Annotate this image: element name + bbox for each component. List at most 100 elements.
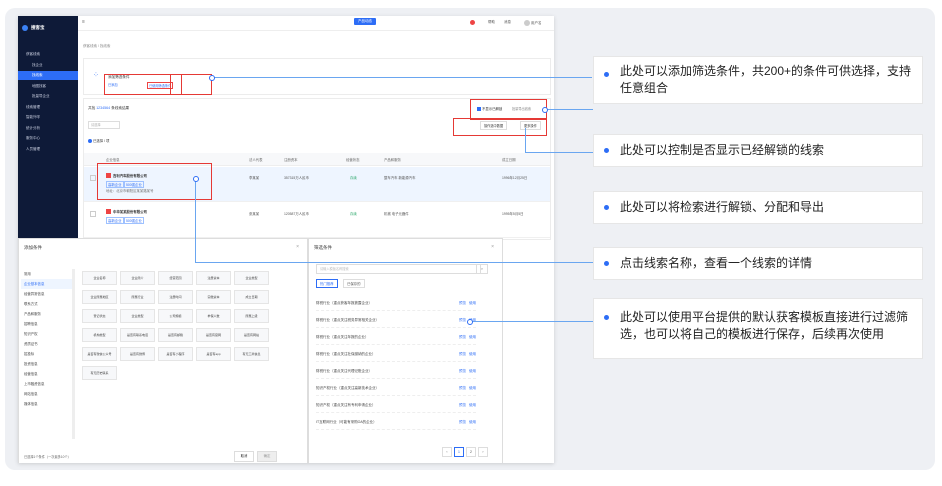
use-link[interactable]: 使用 <box>469 420 476 424</box>
condition-option[interactable]: 是否有微信公众号 <box>82 347 117 361</box>
use-link[interactable]: 使用 <box>469 352 476 356</box>
use-link[interactable]: 使用 <box>469 369 476 373</box>
condition-option[interactable]: 经营范围 <box>158 271 193 285</box>
preview-link[interactable]: 预览 <box>459 403 466 407</box>
template-item: 财税行业（重点关注社保缴纳的企业） 预览 使用 <box>316 348 476 362</box>
condition-option[interactable]: 是否有网站 <box>234 328 269 342</box>
page-button[interactable]: 1 <box>454 447 464 457</box>
prev-page-icon[interactable]: ‹ <box>442 447 452 457</box>
condition-option[interactable]: 是否有官网 <box>196 328 231 342</box>
connector <box>525 152 593 153</box>
user-menu[interactable]: 用户名 <box>524 20 541 26</box>
sidebar-item[interactable]: 找线索 <box>18 71 78 80</box>
condition-option[interactable]: 是否有微博 <box>120 347 155 361</box>
condition-option[interactable]: 实缴资本 <box>196 290 231 304</box>
condition-option[interactable]: 是否有小程序 <box>158 347 193 361</box>
category-item[interactable]: 网站信息 <box>21 389 73 399</box>
condition-option[interactable]: 成立日期 <box>234 290 269 304</box>
condition-option[interactable]: 所属行业 <box>120 290 155 304</box>
sidebar-item[interactable]: 智能外呼 <box>18 113 78 122</box>
help-link[interactable]: 帮助 <box>488 20 495 25</box>
message-link[interactable]: 消息 <box>504 20 511 25</box>
category-item[interactable]: 联系方式 <box>21 299 73 309</box>
category-item[interactable]: 常用 <box>21 269 73 279</box>
preview-link[interactable]: 预览 <box>459 335 466 339</box>
category-item[interactable]: 经营信息 <box>21 369 73 379</box>
template-name: 知识产权行业（重点关注高新技术企业） <box>316 386 379 390</box>
callout-add-filter: 此处可以添加筛选条件，共200+的条件可供选择，支持任意组合 <box>593 56 923 104</box>
use-link[interactable]: 使用 <box>469 301 476 305</box>
callout-unlock-export: 此处可以将检索进行解锁、分配和导出 <box>593 191 923 224</box>
sidebar-item[interactable]: 服务中心 <box>18 134 78 143</box>
preview-link[interactable]: 预览 <box>459 386 466 390</box>
category-item[interactable]: 知识产权 <box>21 329 73 339</box>
sidebar-item[interactable]: 人员管理 <box>18 145 78 154</box>
condition-option[interactable]: 公司规模 <box>158 309 193 323</box>
registered-capital: 357315万人民币 <box>284 176 309 180</box>
tab-saved[interactable]: 已保存的 <box>343 279 365 288</box>
menu-toggle-icon[interactable]: ≡ <box>82 19 85 25</box>
column-header: 企业信息 <box>106 158 120 162</box>
sidebar-item[interactable]: 地图找客 <box>18 82 78 91</box>
use-link[interactable]: 使用 <box>469 403 476 407</box>
row-checkbox[interactable] <box>90 211 96 217</box>
category-item[interactable]: 媒体信息 <box>21 399 73 409</box>
condition-option[interactable]: 注册资本 <box>196 271 231 285</box>
condition-option[interactable]: 所属上级 <box>234 309 269 323</box>
condition-option[interactable]: 企业类型 <box>234 271 269 285</box>
preview-link[interactable]: 预览 <box>459 301 466 305</box>
condition-option[interactable]: 是否有联系电话 <box>120 328 155 342</box>
condition-option[interactable]: 企业名称 <box>82 271 117 285</box>
tab-hot[interactable]: 热门推荐 <box>316 279 338 288</box>
select-dropdown[interactable]: 请选择 <box>88 121 120 129</box>
condition-option[interactable]: 参保人数 <box>196 309 231 323</box>
condition-option[interactable]: 登记状态 <box>82 309 117 323</box>
sidebar-item[interactable]: 线索管理 <box>18 103 78 112</box>
condition-option[interactable]: 是否有app <box>196 347 231 361</box>
category-item[interactable]: 招聘信息 <box>21 319 73 329</box>
sidebar-item[interactable]: 批量导企业 <box>18 92 78 101</box>
company-name-link[interactable]: 中华某某股份有限公司 <box>113 209 147 214</box>
cancel-button[interactable]: 取消 <box>234 451 254 462</box>
category-item[interactable]: 企业基本信息 <box>21 279 73 289</box>
preview-link[interactable]: 预览 <box>459 352 466 356</box>
sidebar-item[interactable]: 找企业 <box>18 61 78 70</box>
condition-option[interactable]: 企业所属地区 <box>82 290 117 304</box>
close-icon[interactable]: × <box>491 244 494 250</box>
result-count: 共找 1234564 条线索结果 <box>88 106 130 110</box>
condition-option[interactable]: 是否有邮箱 <box>158 328 193 342</box>
info-icon <box>88 139 92 144</box>
use-link[interactable]: 使用 <box>469 386 476 390</box>
search-icon[interactable]: ⌕ <box>476 264 488 274</box>
row-checkbox[interactable] <box>90 175 96 181</box>
table-row[interactable]: 中华某某股份有限公司 高新企业 500强企业 张某某 120587万人民币 存续 机械 电子… <box>84 203 550 238</box>
template-actions: 预览使用 <box>459 348 476 361</box>
sidebar-item[interactable]: 获客线索 <box>18 50 78 59</box>
preview-link[interactable]: 预览 <box>459 369 466 373</box>
use-link[interactable]: 使用 <box>469 335 476 339</box>
category-item[interactable]: 经营异常信息 <box>21 289 73 299</box>
condition-option[interactable]: 有无工商信息 <box>234 347 269 361</box>
condition-option[interactable]: 注册时间 <box>158 290 193 304</box>
template-search-input[interactable]: 请输入模板名称搜索 <box>316 264 481 274</box>
category-item[interactable]: 资质证书 <box>21 339 73 349</box>
preview-link[interactable]: 预览 <box>459 420 466 424</box>
preview-link[interactable]: 预览 <box>459 318 466 322</box>
notification-icon[interactable] <box>470 20 478 26</box>
category-item[interactable]: 投资信息 <box>21 359 73 369</box>
condition-option[interactable]: 企业简介 <box>120 271 155 285</box>
products: 整车汽车 新能源汽车 <box>384 176 416 180</box>
sidebar-item[interactable]: 统计分析 <box>18 124 78 133</box>
condition-option[interactable]: 企业类型 <box>120 309 155 323</box>
confirm-button[interactable]: 确定 <box>257 451 277 462</box>
page-button[interactable]: 2 <box>466 447 476 457</box>
category-item[interactable]: 上市融资信息 <box>21 379 73 389</box>
close-icon[interactable]: × <box>296 244 299 250</box>
scrollbar[interactable] <box>72 269 75 439</box>
next-page-icon[interactable]: › <box>478 447 488 457</box>
product-news-button[interactable]: 产品动态 <box>354 18 376 25</box>
category-item[interactable]: 产品和服务 <box>21 309 73 319</box>
condition-option[interactable]: 机构类型 <box>82 328 117 342</box>
condition-option[interactable]: 有无历史联系 <box>82 366 117 380</box>
category-item[interactable]: 招投标 <box>21 349 73 359</box>
